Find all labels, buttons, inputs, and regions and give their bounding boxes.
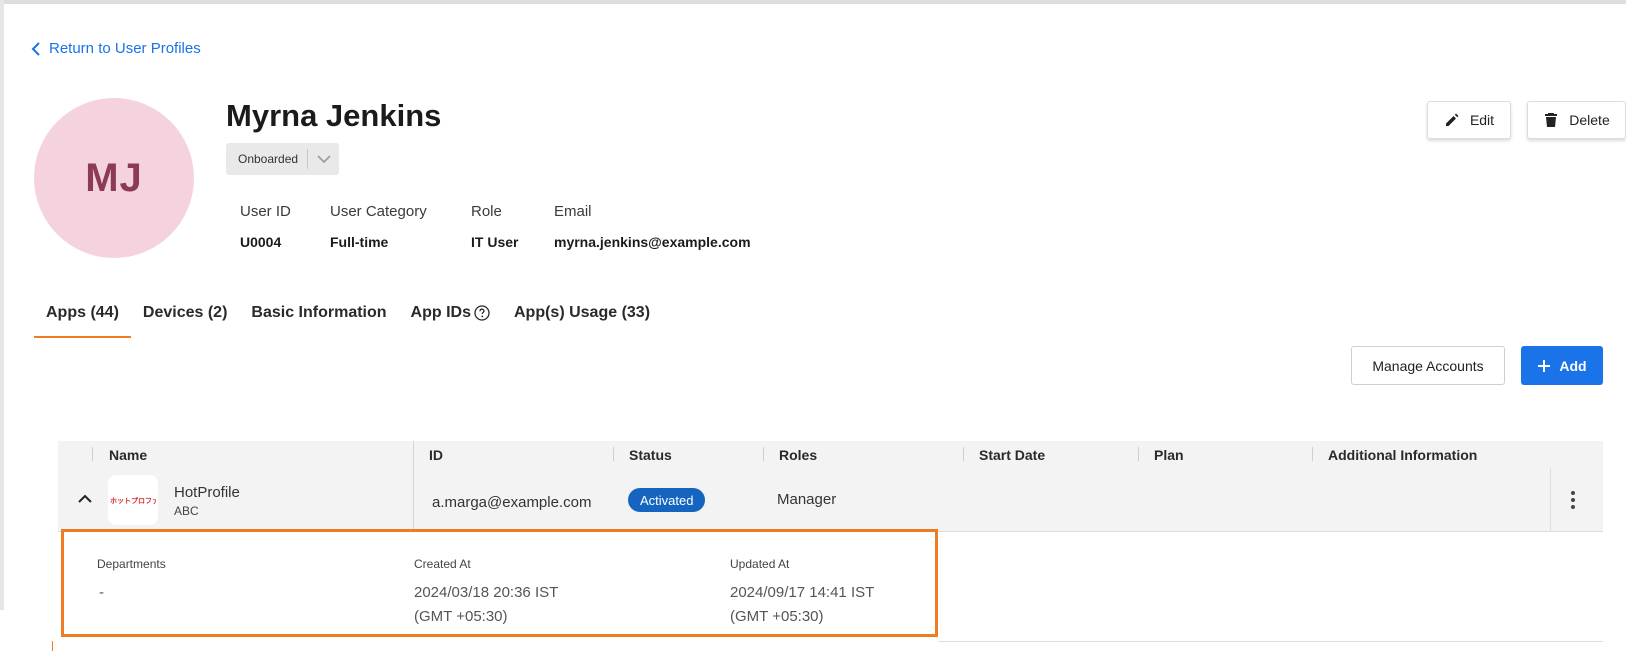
column-header-status[interactable]: Status [629,447,672,463]
window-left-edge [0,0,4,610]
table-row[interactable]: ホットプロファイル HotProfile ABC a.marga@example… [58,468,1603,532]
tab-apps-label: Apps (44) [46,304,119,321]
created-at-timezone: (GMT +05:30) [414,608,508,625]
column-header-plan[interactable]: Plan [1154,447,1184,463]
avatar: MJ [34,98,194,258]
role-field: Role IT User [471,203,518,250]
page-title: Myrna Jenkins [226,98,442,133]
user-category-label: User Category [330,203,427,220]
app-logo: ホットプロファイル [108,475,158,525]
window-top-edge [0,0,1626,4]
status-dropdown[interactable]: Onboarded [226,143,339,175]
accent-marker [52,641,53,651]
actions-column-divider [1550,468,1551,532]
tab-app-ids-label: App IDs [410,304,471,321]
departments-label: Departments [97,557,166,571]
name-column-divider [413,441,414,532]
account-id-cell: a.marga@example.com [432,494,592,511]
user-category-value: Full-time [330,234,389,250]
chevron-down-icon[interactable] [308,154,339,164]
edit-button-label: Edit [1469,112,1495,128]
role-label: Role [471,203,502,220]
tab-app-usage-label: App(s) Usage (33) [514,304,651,321]
column-header-additional-information[interactable]: Additional Information [1328,447,1477,463]
status-dropdown-value: Onboarded [238,152,299,166]
more-vertical-icon[interactable] [1571,490,1575,510]
trash-icon [1545,113,1558,127]
chevron-up-icon[interactable] [78,494,92,504]
manage-accounts-button[interactable]: Manage Accounts [1351,346,1505,385]
user-id-label: User ID [240,203,291,220]
add-button[interactable]: Add [1521,346,1603,385]
column-resize-handle[interactable] [763,447,764,461]
help-circle-icon[interactable] [474,305,490,321]
column-header-name[interactable]: Name [109,447,147,463]
delete-button[interactable]: Delete [1527,101,1626,139]
tab-bar: Apps (44) Devices (2) Basic Information … [34,296,662,338]
tab-basic-information-label: Basic Information [251,304,387,321]
tab-apps[interactable]: Apps (44) [34,296,131,338]
created-at-value: 2024/03/18 20:36 IST (GMT +05:30) [414,581,558,629]
table-header: Name ID Status Roles Start Date Plan Add… [58,441,1603,468]
column-resize-handle[interactable] [1138,447,1139,461]
user-category-field: User Category Full-time [330,203,427,250]
column-resize-handle[interactable] [963,447,964,461]
svg-text:ホットプロファイル: ホットプロファイル [110,496,156,505]
hotprofile-logo: ホットプロファイル [110,496,156,505]
status-badge: Activated [628,488,706,512]
updated-at-value: 2024/09/17 14:41 IST (GMT +05:30) [730,581,874,629]
roles-cell: Manager [777,491,837,508]
add-button-label: Add [1559,357,1587,374]
departments-value: - [99,584,104,601]
tab-app-usage[interactable]: App(s) Usage (33) [502,296,662,338]
app-name[interactable]: HotProfile [174,484,240,501]
created-at-label: Created At [414,557,471,571]
user-id-value: U0004 [240,234,282,250]
updated-at-label: Updated At [730,557,790,571]
tab-devices[interactable]: Devices (2) [131,296,240,338]
email-value: myrna.jenkins@example.com [554,234,751,250]
row-divider [938,641,1603,642]
avatar-initials: MJ [85,155,143,200]
column-header-start-date[interactable]: Start Date [979,447,1045,463]
user-id-field: User ID U0004 [240,203,291,250]
edit-button[interactable]: Edit [1427,101,1511,139]
updated-at-timezone: (GMT +05:30) [730,608,824,625]
tab-devices-label: Devices (2) [142,304,228,321]
manage-accounts-label: Manage Accounts [1372,357,1484,374]
email-field: Email myrna.jenkins@example.com [554,203,751,250]
tab-app-ids[interactable]: App IDs [399,296,502,338]
chevron-left-icon [31,41,40,56]
pencil-icon [1445,113,1459,126]
back-link-label: Return to User Profiles [49,40,201,57]
column-header-id[interactable]: ID [429,447,443,463]
email-label: Email [554,203,592,220]
role-value: IT User [471,234,519,250]
tab-basic-information[interactable]: Basic Information [239,296,398,338]
updated-at-datetime: 2024/09/17 14:41 IST [730,584,875,601]
plus-icon [1538,359,1551,372]
back-to-user-profiles-link[interactable]: Return to User Profiles [31,40,201,57]
created-at-datetime: 2024/03/18 20:36 IST [414,584,559,601]
delete-button-label: Delete [1569,112,1610,128]
app-subtitle: ABC [174,504,199,518]
column-header-roles[interactable]: Roles [779,447,817,463]
expanded-row-details: Departments - Created At 2024/03/18 20:3… [61,529,938,637]
column-resize-handle[interactable] [92,447,93,461]
column-resize-handle[interactable] [613,447,614,461]
column-resize-handle[interactable] [1312,447,1313,461]
